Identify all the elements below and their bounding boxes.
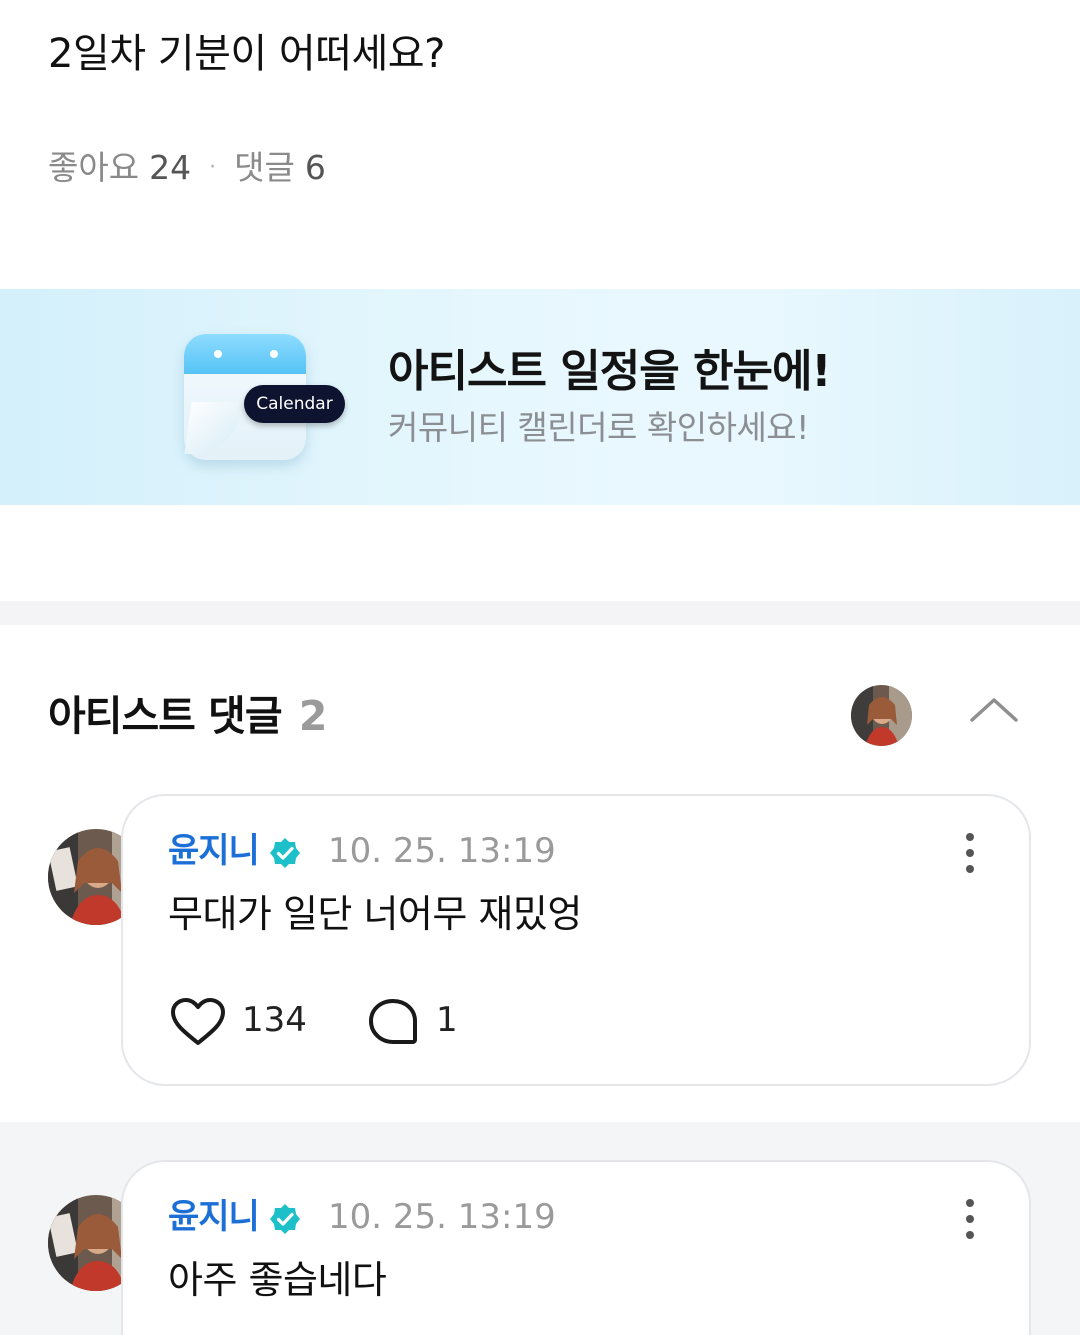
- post-meta: 좋아요 24 · 댓글 6: [48, 146, 326, 190]
- comment-author[interactable]: 윤지니: [168, 829, 260, 873]
- comment-text: 무대가 일단 너어무 재밌엉: [168, 892, 582, 936]
- comments-label[interactable]: 댓글: [234, 146, 295, 190]
- meta-separator: ·: [209, 155, 217, 180]
- comment-card: [121, 1160, 1031, 1335]
- comments-count[interactable]: 6: [305, 146, 326, 190]
- comment-author[interactable]: 윤지니: [168, 1195, 260, 1239]
- more-vertical-icon[interactable]: [960, 1197, 980, 1241]
- artist-comments-title: 아티스트 댓글 2: [48, 690, 328, 742]
- comment-reply-count: 1: [436, 1000, 458, 1040]
- banner-headline: 아티스트 일정을 한눈에!: [388, 346, 832, 397]
- calendar-pill-label: Calendar: [244, 385, 345, 423]
- verified-icon: [269, 837, 301, 869]
- post-title: 2일차 기분이 어떠세요?: [48, 31, 445, 77]
- comment-like-count: 134: [242, 1000, 307, 1040]
- section-divider: [0, 601, 1080, 625]
- likes-count[interactable]: 24: [149, 146, 191, 190]
- heart-icon[interactable]: [169, 997, 227, 1047]
- artist-comments-count: 2: [298, 692, 328, 740]
- comment-bubble-icon[interactable]: [367, 997, 419, 1047]
- comment-text: 아주 좋습네다: [168, 1258, 387, 1302]
- verified-icon: [269, 1203, 301, 1235]
- more-vertical-icon[interactable]: [960, 831, 980, 875]
- chevron-up-icon[interactable]: [968, 690, 1020, 730]
- comment-timestamp: 10. 25. 13:19: [328, 831, 556, 871]
- artist-avatar[interactable]: [851, 685, 912, 746]
- post-detail-page: 2일차 기분이 어떠세요? 좋아요 24 · 댓글 6 Calendar 아티스…: [0, 0, 1080, 1335]
- banner-subline: 커뮤니티 캘린더로 확인하세요!: [388, 408, 809, 447]
- comment-timestamp: 10. 25. 13:19: [328, 1197, 556, 1237]
- likes-label[interactable]: 좋아요: [48, 146, 139, 190]
- artist-comments-label: 아티스트 댓글: [48, 692, 283, 740]
